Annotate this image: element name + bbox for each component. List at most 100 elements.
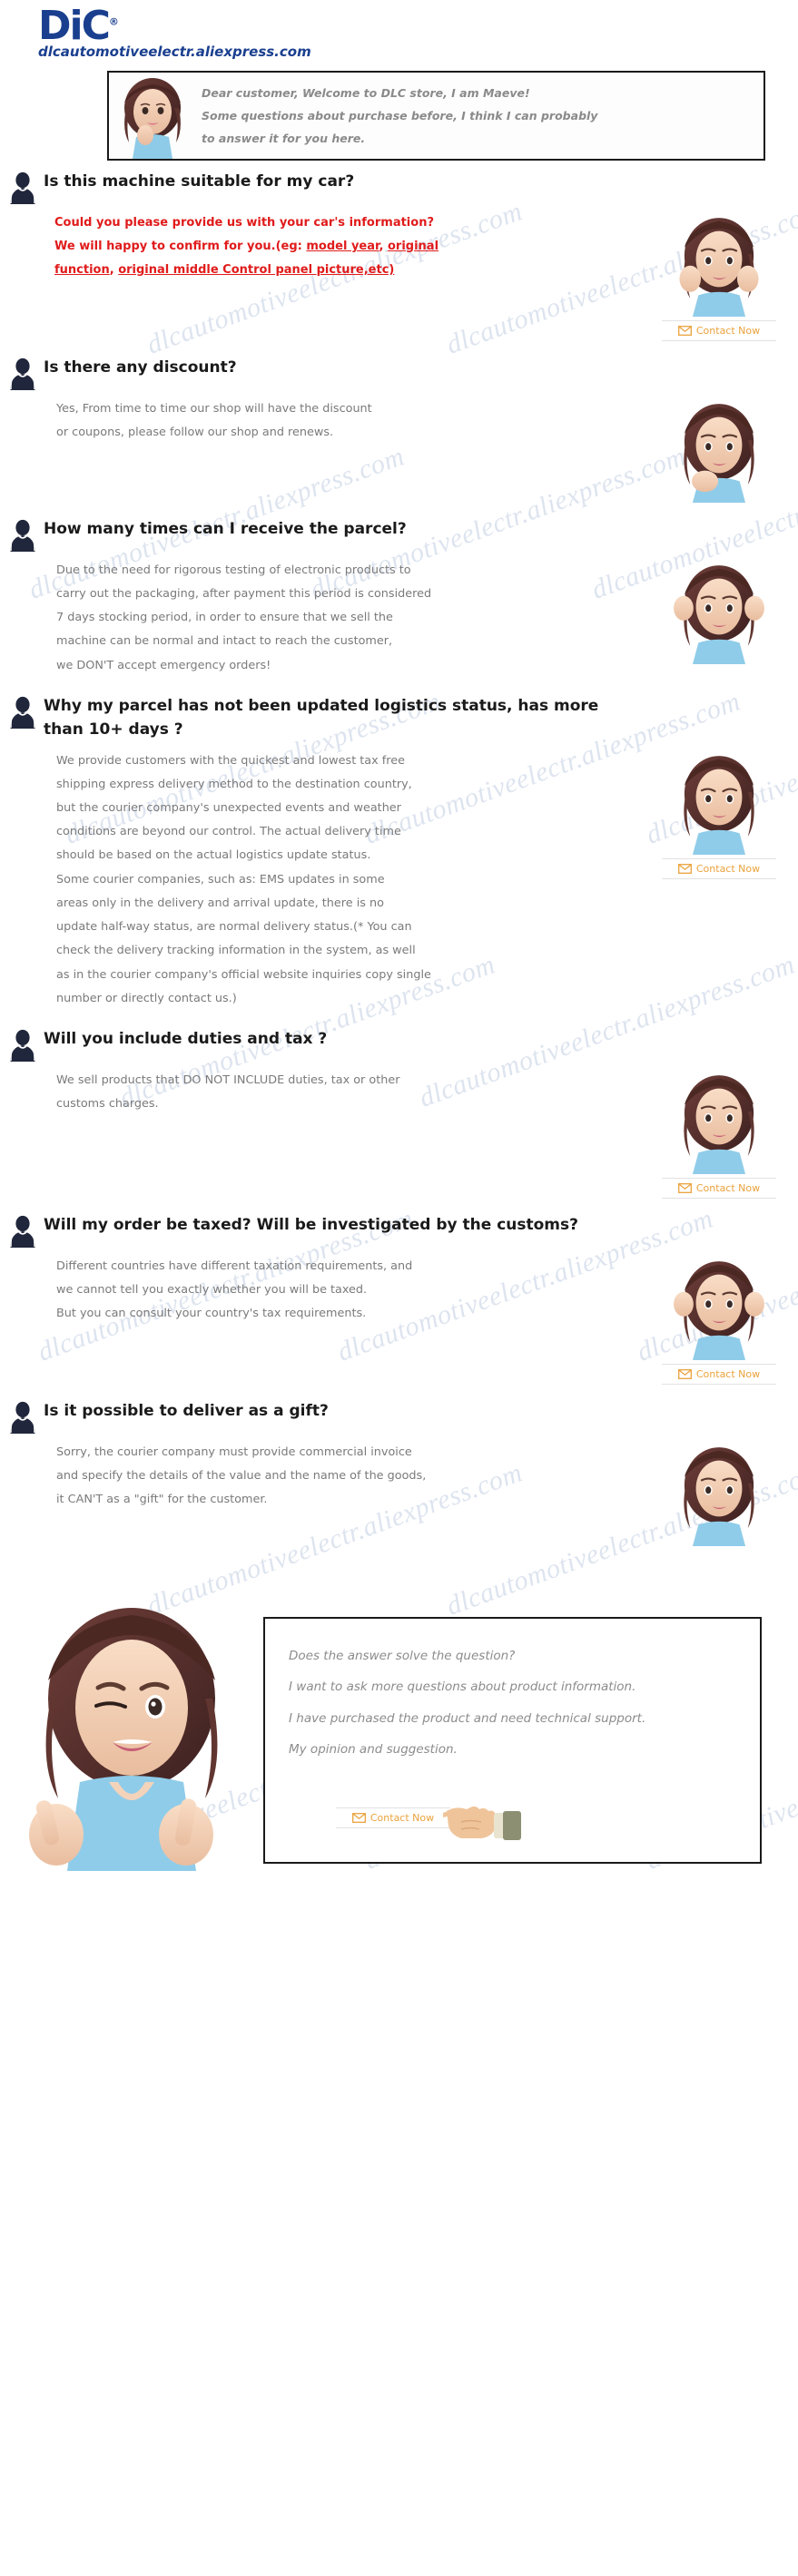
answer-text: Yes, From time to time our shop will hav… (0, 396, 653, 446)
question-text: Is it possible to deliver as a gift? (44, 1401, 329, 1420)
contact-now-button-3[interactable]: Contact Now (662, 857, 776, 879)
answer-line: it CAN'T as a "gift" for the customer. (56, 1493, 268, 1507)
answer-line: 7 days stocking period, in order to ensu… (56, 611, 393, 625)
contact-now-button-footer[interactable]: Contact Now (336, 1807, 450, 1829)
answer-line: shipping express delivery method to the … (56, 777, 412, 791)
answer-line: or coupons, please follow our shop and r… (56, 426, 334, 440)
pointing-hand-icon (443, 1789, 521, 1844)
answer-line: Different countries have different taxat… (56, 1259, 413, 1273)
answer-emphasis: original middle Control panel picture,et… (118, 262, 395, 277)
answer-line: Sorry, the courier company must provide … (56, 1445, 412, 1459)
faq-item-duties-and-tax: Will you include duties and tax ? We sel… (0, 1018, 798, 1204)
faq-item-logistics-not-updated: Why my parcel has not been updated logis… (0, 685, 798, 1018)
answer-span: , (379, 239, 388, 253)
answer-line: should be based on the actual logistics … (56, 848, 371, 863)
answer-line: Due to the need for rigorous testing of … (56, 563, 411, 577)
contact-now-button-0[interactable]: Contact Now (662, 319, 776, 341)
question-text: Is there any discount? (44, 358, 237, 377)
character-figure-maeve-hands-on-cheeks: Contact Now (653, 210, 798, 341)
person-icon (7, 1029, 38, 1062)
answer-line: Some courier companies, such as: EMS upd… (56, 872, 385, 886)
question-text: Will my order be taxed? Will be investig… (44, 1215, 578, 1234)
faq-item-any-discount: Is there any discount? Yes, From time to… (0, 347, 798, 508)
logo-text: DiC (38, 3, 111, 49)
answer-emphasis: original (387, 239, 439, 253)
character-figure-maeve-arms-crossed: Contact Now (653, 1067, 798, 1199)
footer-contact-row: Contact Now (289, 1789, 736, 1844)
answer-line: number or directly contact us.) (56, 991, 237, 1005)
question-row: How many times can I receive the parcel? (0, 508, 798, 553)
footer-avatar (0, 1572, 263, 1871)
answer-text: We sell products that DO NOT INCLUDE dut… (0, 1067, 653, 1118)
answer-block: Sorry, the courier company must provide … (0, 1435, 798, 1546)
character-figure-maeve-hand-on-chin (653, 396, 798, 503)
answer-block: Different countries have different taxat… (0, 1249, 798, 1385)
answer-line: Could you please provide us with your ca… (54, 211, 644, 235)
footer-question-line: Does the answer solve the question? (289, 1648, 516, 1663)
answer-block: We provide customers with the quickest a… (0, 744, 798, 1013)
faq-item-order-taxed-customs: Will my order be taxed? Will be investig… (0, 1204, 798, 1390)
question-text: How many times can I receive the parcel? (44, 519, 407, 538)
footer-question-line: I want to ask more questions about produ… (289, 1680, 636, 1695)
contact-now-label: Contact Now (695, 1181, 761, 1194)
answer-line: update half-way status, are normal deliv… (56, 920, 412, 935)
contact-now-label: Contact Now (695, 324, 761, 337)
contact-now-button-5[interactable]: Contact Now (662, 1363, 776, 1385)
answer-line: we cannot tell you exactly whether you w… (56, 1283, 368, 1298)
answer-emphasis: model year (306, 239, 379, 253)
answer-span: We will happy to confirm for you.(eg: (54, 239, 307, 253)
answer-line: and specify the details of the value and… (56, 1469, 427, 1484)
person-icon (7, 358, 38, 390)
character-figure-maeve-hands-up-shrug: Contact Now (653, 1253, 798, 1385)
answer-line: machine can be normal and intact to reac… (56, 634, 393, 649)
envelope-icon (351, 1813, 366, 1824)
question-row: Is it possible to deliver as a gift? (0, 1390, 798, 1435)
answer-line: function, original middle Control panel … (54, 259, 644, 282)
answer-line: But you can consult your country's tax r… (56, 1307, 367, 1321)
envelope-icon (677, 863, 692, 874)
answer-emphasis: function (54, 262, 110, 277)
welcome-line-2: Some questions about purchase before, I … (202, 108, 598, 122)
answer-line: We sell products that DO NOT INCLUDE dut… (56, 1073, 400, 1087)
faq-item-suitable-for-car: Is this machine suitable for my car? Cou… (0, 161, 798, 347)
answer-line: check the delivery tracking information … (56, 944, 416, 958)
answer-text: Sorry, the courier company must provide … (0, 1439, 653, 1514)
contact-now-label: Contact Now (695, 862, 761, 875)
person-icon (7, 696, 38, 729)
contact-now-label: Contact Now (695, 1367, 761, 1380)
answer-line: conditions are beyond our control. The a… (56, 825, 401, 839)
answer-line: we DON'T accept emergency orders! (56, 658, 271, 672)
answer-line: customs charges. (56, 1097, 159, 1112)
footer-question-panel: Does the answer solve the question? I wan… (263, 1616, 762, 1864)
answer-text: Could you please provide us with your ca… (0, 210, 653, 284)
character-figure-maeve-both-hands-up (653, 557, 798, 664)
answer-line: but the courier company's unexpected eve… (56, 801, 401, 816)
contact-now-label: Contact Now (369, 1812, 435, 1825)
answer-text: Due to the need for rigorous testing of … (0, 557, 653, 680)
person-icon (7, 519, 38, 552)
person-icon (7, 171, 38, 204)
answer-text: We provide customers with the quickest a… (0, 748, 653, 1013)
question-row: Why my parcel has not been updated logis… (0, 685, 798, 744)
faq-list: Is this machine suitable for my car? Cou… (0, 161, 798, 1552)
answer-block: Due to the need for rigorous testing of … (0, 553, 798, 680)
answer-line: carry out the packaging, after payment t… (56, 587, 432, 602)
question-row: Is there any discount? (0, 347, 798, 392)
welcome-line-1: Dear customer, Welcome to DLC store, I a… (202, 85, 530, 100)
answer-line: as in the courier company's official web… (56, 967, 431, 982)
answer-block: Could you please provide us with your ca… (0, 206, 798, 341)
answer-span: Could you please provide us with your ca… (54, 215, 434, 230)
welcome-panel: Dear customer, Welcome to DLC store, I a… (107, 70, 765, 161)
faq-item-deliver-as-gift: Is it possible to deliver as a gift? Sor… (0, 1390, 798, 1552)
welcome-line-3: to answer it for you here. (202, 131, 366, 145)
answer-text: Different countries have different taxat… (0, 1253, 653, 1328)
question-row: Is this machine suitable for my car? (0, 161, 798, 206)
answer-block: We sell products that DO NOT INCLUDE dut… (0, 1063, 798, 1199)
logo-registered-mark: ® (108, 15, 119, 28)
brand-header: DiC® dlcautomotiveelectr.aliexpress.com (0, 0, 798, 65)
answer-line: Yes, From time to time our shop will hav… (56, 401, 372, 416)
welcome-text: Dear customer, Welcome to DLC store, I a… (196, 73, 610, 159)
contact-now-button-4[interactable]: Contact Now (662, 1177, 776, 1199)
store-url: dlcautomotiveelectr.aliexpress.com (38, 43, 311, 60)
character-figure-maeve-worried-face: Contact Now (653, 748, 798, 879)
